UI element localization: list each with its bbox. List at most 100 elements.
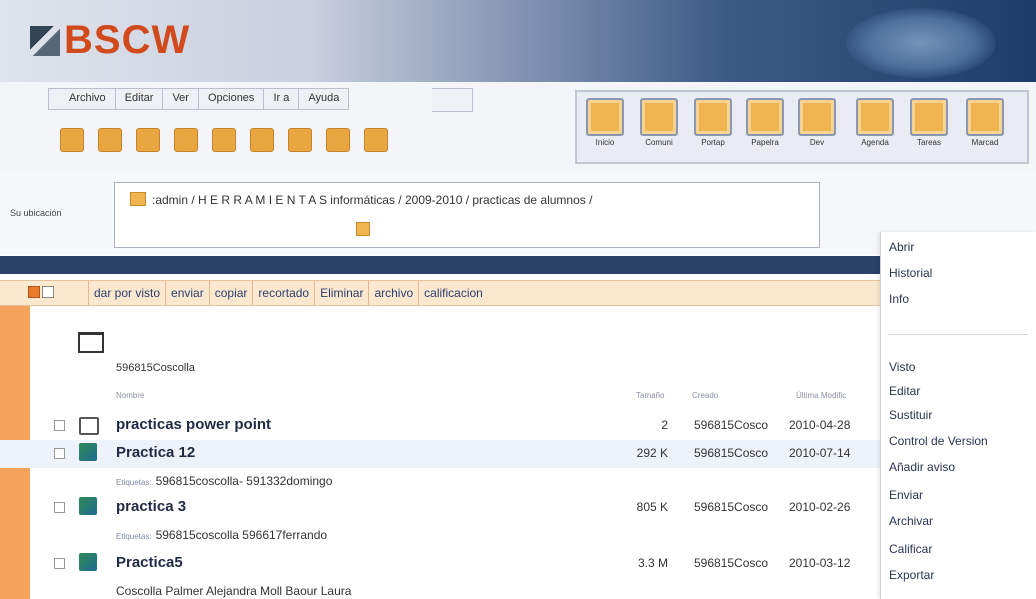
app-button-agenda[interactable]: Agenda: [853, 98, 897, 147]
action-eliminar[interactable]: Eliminar: [314, 281, 368, 305]
table-row[interactable]: practicas power point 2 596815Cosco 2010…: [0, 412, 880, 440]
bscw-logo[interactable]: BSCW: [30, 18, 190, 63]
select-none-checkbox[interactable]: [42, 286, 54, 298]
presentation-icon: [79, 497, 97, 515]
table-row[interactable]: Practica 12 292 K 596815Cosco 2010-07-14: [0, 440, 880, 468]
column-creator[interactable]: Creado: [692, 391, 718, 400]
clipboard-icon: [694, 98, 732, 136]
new-icon[interactable]: [60, 128, 84, 152]
item-tags: Etiquetas: 596815coscolla 596617ferrando: [116, 528, 327, 542]
item-creator: 596815Cosco: [694, 500, 769, 514]
column-size[interactable]: Tamaño: [636, 391, 664, 400]
row-checkbox[interactable]: [54, 448, 65, 459]
share-icon[interactable]: [174, 128, 198, 152]
column-modified[interactable]: Última Modific: [796, 391, 846, 400]
row-checkbox[interactable]: [54, 558, 65, 569]
item-creator: 596815Cosco: [694, 556, 769, 570]
menu-archivo[interactable]: Archivo: [48, 88, 116, 110]
document-icon[interactable]: [136, 128, 160, 152]
table-row[interactable]: practica 3 805 K 596815Cosco 2010-02-26: [0, 494, 880, 522]
ctx-calificar[interactable]: Calificar: [889, 542, 932, 556]
column-headers: Nombre Tamaño Creado Última Modific: [116, 391, 881, 403]
app-button-dev[interactable]: Dev: [795, 98, 839, 147]
item-creator: 596815Cosco: [694, 446, 769, 460]
context-menu: Abrir Historial Info Visto Editar Sustit…: [880, 232, 1036, 599]
table-row[interactable]: Practica5 3.3 M 596815Cosco 2010-03-12: [0, 550, 880, 578]
link-icon[interactable]: [364, 128, 388, 152]
ctx-info[interactable]: Info: [889, 292, 909, 306]
column-name[interactable]: Nombre: [116, 391, 144, 400]
home-icon: [586, 98, 624, 136]
logo-mark-icon: [30, 26, 60, 56]
calendar-icon: [856, 98, 894, 136]
ctx-visto[interactable]: Visto: [889, 360, 915, 374]
action-enviar[interactable]: enviar: [165, 281, 209, 305]
menu-opciones[interactable]: Opciones: [198, 88, 265, 110]
item-creator: 596815Cosco: [694, 418, 769, 432]
item-tags: Coscolla Palmer Alejandra Moll Baour Lau…: [116, 584, 351, 598]
folder-icon: [130, 192, 146, 206]
item-size: 292 K: [636, 446, 668, 460]
tags-label: Etiquetas:: [116, 478, 152, 487]
menu-ir-a[interactable]: Ir a: [264, 88, 300, 110]
ctx-historial[interactable]: Historial: [889, 266, 932, 280]
item-date: 2010-02-26: [789, 500, 851, 514]
trash-icon: [746, 98, 784, 136]
select-all-checkbox[interactable]: [28, 286, 40, 298]
item-tags: Etiquetas: 596815coscolla- 591332domingo: [116, 474, 332, 488]
menu-bar-end: [432, 88, 473, 112]
tasks-icon: [910, 98, 948, 136]
menu-editar[interactable]: Editar: [115, 88, 164, 110]
app-button-papelra[interactable]: Papelra: [743, 98, 787, 147]
ctx-archivar[interactable]: Archivar: [889, 514, 933, 528]
item-size: 805 K: [636, 500, 668, 514]
ctx-sustituir[interactable]: Sustituir: [889, 408, 932, 422]
item-name[interactable]: practica 3: [116, 498, 186, 515]
bookmark-icon: [798, 98, 836, 136]
row-checkbox[interactable]: [54, 502, 65, 513]
item-name[interactable]: Practica5: [116, 554, 183, 571]
mail-icon[interactable]: [212, 128, 236, 152]
tags-value[interactable]: 596815coscolla 596617ferrando: [156, 528, 327, 542]
tags-value[interactable]: Coscolla Palmer Alejandra Moll Baour Lau…: [116, 584, 351, 598]
action-copiar[interactable]: copiar: [208, 281, 253, 305]
app-button-tareas[interactable]: Tareas: [907, 98, 951, 147]
folder-owner: 596815Coscolla: [116, 362, 195, 374]
community-icon: [640, 98, 678, 136]
forward-icon[interactable]: [98, 128, 122, 152]
ctx-abrir[interactable]: Abrir: [889, 240, 914, 254]
parent-folder-icon[interactable]: [356, 222, 370, 236]
location-label: Su ubicación: [10, 208, 62, 218]
breadcrumb[interactable]: :admin / H E R R A M I E N T A S informá…: [130, 192, 592, 207]
row-checkbox[interactable]: [54, 420, 65, 431]
folder-icon[interactable]: [250, 128, 274, 152]
ctx-anadir-aviso[interactable]: Añadir aviso: [889, 460, 955, 474]
app-button-comuni[interactable]: Comuni: [637, 98, 681, 147]
ctx-control-de-version[interactable]: Control de Version: [889, 434, 988, 448]
ctx-enviar[interactable]: Enviar: [889, 488, 923, 502]
menu-ayuda[interactable]: Ayuda: [299, 88, 350, 110]
action-archivo[interactable]: archivo: [368, 281, 418, 305]
breadcrumb-path: :admin / H E R R A M I E N T A S informá…: [152, 193, 593, 207]
archive-icon[interactable]: [326, 128, 350, 152]
action-calificacion[interactable]: calificacion: [418, 281, 488, 305]
folder-icon: [79, 417, 99, 435]
ctx-exportar[interactable]: Exportar: [889, 568, 934, 582]
menu-ver[interactable]: Ver: [163, 88, 199, 110]
action-toolbar: [60, 128, 388, 152]
tags-value[interactable]: 596815coscolla- 591332domingo: [156, 474, 333, 488]
item-date: 2010-04-28: [789, 418, 851, 432]
page-icon[interactable]: [288, 128, 312, 152]
app-button-inicio[interactable]: Inicio: [583, 98, 627, 147]
map-icon: [966, 98, 1004, 136]
item-name[interactable]: practicas power point: [116, 416, 271, 433]
item-name[interactable]: Practica 12: [116, 444, 195, 461]
ctx-editar[interactable]: Editar: [889, 384, 920, 398]
action-recortado[interactable]: recortado: [252, 281, 314, 305]
action-dar-por-visto[interactable]: dar por visto: [88, 281, 165, 305]
globe-graphic: [846, 8, 996, 78]
app-navigation-bar: Inicio Comuni Portap Papelra Dev Agenda …: [575, 90, 1029, 164]
app-button-marcad[interactable]: Marcad: [963, 98, 1007, 147]
app-button-portap[interactable]: Portap: [691, 98, 735, 147]
tags-label: Etiquetas:: [116, 532, 152, 541]
